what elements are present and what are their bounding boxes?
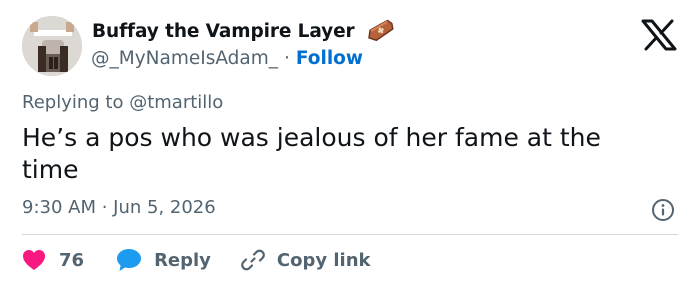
separator-dot: ·: [284, 48, 290, 69]
replying-to-prefix: Replying to: [22, 92, 124, 113]
copy-link-button[interactable]: Copy link: [241, 248, 371, 272]
tweet-text: He’s a pos who was jealous of her fame a…: [22, 123, 601, 184]
action-bar: 76 Reply Copy link: [22, 245, 371, 275]
replying-to-mention[interactable]: @tmartillo: [129, 92, 223, 113]
reply-button[interactable]: Reply: [116, 248, 211, 272]
like-count: 76: [59, 249, 85, 271]
author-name-row: Buffay the Vampire Layer: [92, 19, 397, 43]
link-icon: [241, 249, 265, 271]
coffin-icon: [363, 19, 397, 43]
author-handle[interactable]: @_MyNameIsAdam_: [91, 48, 278, 69]
copy-link-label: Copy link: [276, 249, 371, 271]
author-handle-row: @_MyNameIsAdam_ · Follow: [91, 48, 363, 69]
follow-button[interactable]: Follow: [296, 48, 363, 69]
info-icon[interactable]: [651, 198, 675, 222]
author-display-name[interactable]: Buffay the Vampire Layer: [92, 21, 355, 42]
like-button[interactable]: 76: [22, 249, 84, 271]
x-logo-icon[interactable]: [641, 19, 677, 51]
avatar[interactable]: [22, 16, 82, 76]
heart-icon: [23, 250, 45, 270]
reply-label: Reply: [154, 249, 211, 271]
divider: [22, 234, 678, 235]
tweet-timestamp[interactable]: 9:30 AM · Jun 5, 2026: [22, 197, 216, 218]
reply-bubble-icon: [117, 249, 142, 271]
replying-to-line: Replying to @tmartillo: [22, 92, 223, 113]
